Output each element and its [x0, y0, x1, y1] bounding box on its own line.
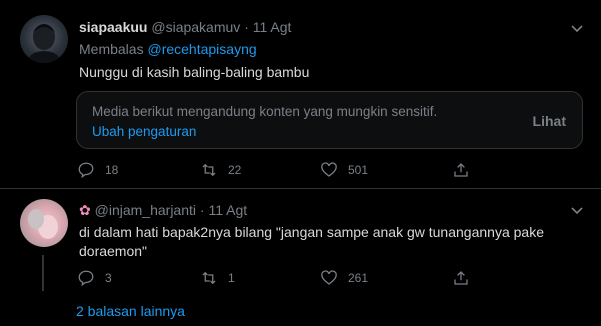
separator: · [244, 19, 249, 35]
retweet-button[interactable]: 1 [200, 269, 235, 287]
tweet-header: siapaakuu @siapakamuv · 11 Agt [79, 19, 291, 35]
like-button[interactable]: 501 [320, 161, 368, 179]
tweet-text-line: doraemon" [79, 243, 148, 259]
heart-icon [321, 162, 337, 177]
handle[interactable]: @siapakamuv [151, 19, 240, 35]
reply-button[interactable]: 3 [77, 269, 112, 287]
like-button[interactable]: 261 [320, 269, 368, 287]
reply-button[interactable]: 18 [77, 161, 118, 179]
thread-line [42, 255, 44, 291]
view-media-button[interactable]: Lihat [533, 113, 566, 129]
separator: · [199, 202, 205, 218]
user-photo-icon [28, 209, 58, 239]
reply-count: 18 [105, 163, 119, 177]
tweet[interactable]: siapaakuu @siapakamuv · 11 Agt Membalas … [0, 0, 601, 188]
chevron-down-icon[interactable] [571, 207, 583, 215]
reply-count: 3 [105, 271, 112, 285]
flower-emoji-icon: ✿ [79, 202, 91, 218]
retweet-count: 1 [228, 271, 235, 285]
share-icon [454, 163, 468, 177]
timestamp[interactable]: 11 Agt [208, 202, 247, 218]
share-button[interactable] [452, 161, 480, 179]
sensitive-media-warning: Media berikut mengandung konten yang mun… [76, 91, 583, 149]
reply-icon [78, 162, 94, 179]
heart-icon [321, 270, 337, 285]
reply-icon [78, 270, 94, 287]
tweet-text: di dalam hati bapak2nya bilang "jangan s… [79, 223, 589, 261]
avatar[interactable] [20, 199, 68, 247]
tweet-header: ✿ @injam_harjanti · 11 Agt [79, 202, 247, 219]
handle[interactable]: @injam_harjanti [95, 202, 196, 218]
avatar[interactable] [20, 15, 68, 63]
like-count: 261 [348, 271, 369, 285]
tweet-text-line: di dalam hati bapak2nya bilang "jangan s… [79, 224, 544, 240]
retweet-count: 22 [228, 163, 242, 177]
display-name[interactable]: siapaakuu [79, 19, 147, 35]
timestamp[interactable]: 11 Agt [253, 19, 292, 35]
tweet-text: Nunggu di kasih baling-baling bambu [79, 64, 310, 80]
retweet-icon [202, 163, 216, 177]
media-warning-text: Media berikut mengandung konten yang mun… [92, 104, 438, 119]
change-settings-link[interactable]: Ubah pengaturan [92, 124, 196, 139]
share-button[interactable] [452, 269, 480, 287]
user-photo-icon [28, 24, 60, 63]
reply-context: Membalas @recehtapisayng [79, 40, 257, 59]
reply-prefix: Membalas [79, 41, 144, 57]
retweet-icon [202, 271, 216, 285]
retweet-button[interactable]: 22 [200, 161, 241, 179]
reply-to-link[interactable]: @recehtapisayng [147, 41, 256, 57]
share-icon [454, 271, 468, 285]
tweet[interactable]: ✿ @injam_harjanti · 11 Agt di dalam hati… [0, 189, 601, 326]
like-count: 501 [348, 163, 369, 177]
chevron-down-icon[interactable] [571, 25, 583, 33]
show-more-replies-link[interactable]: 2 balasan lainnya [76, 302, 185, 321]
